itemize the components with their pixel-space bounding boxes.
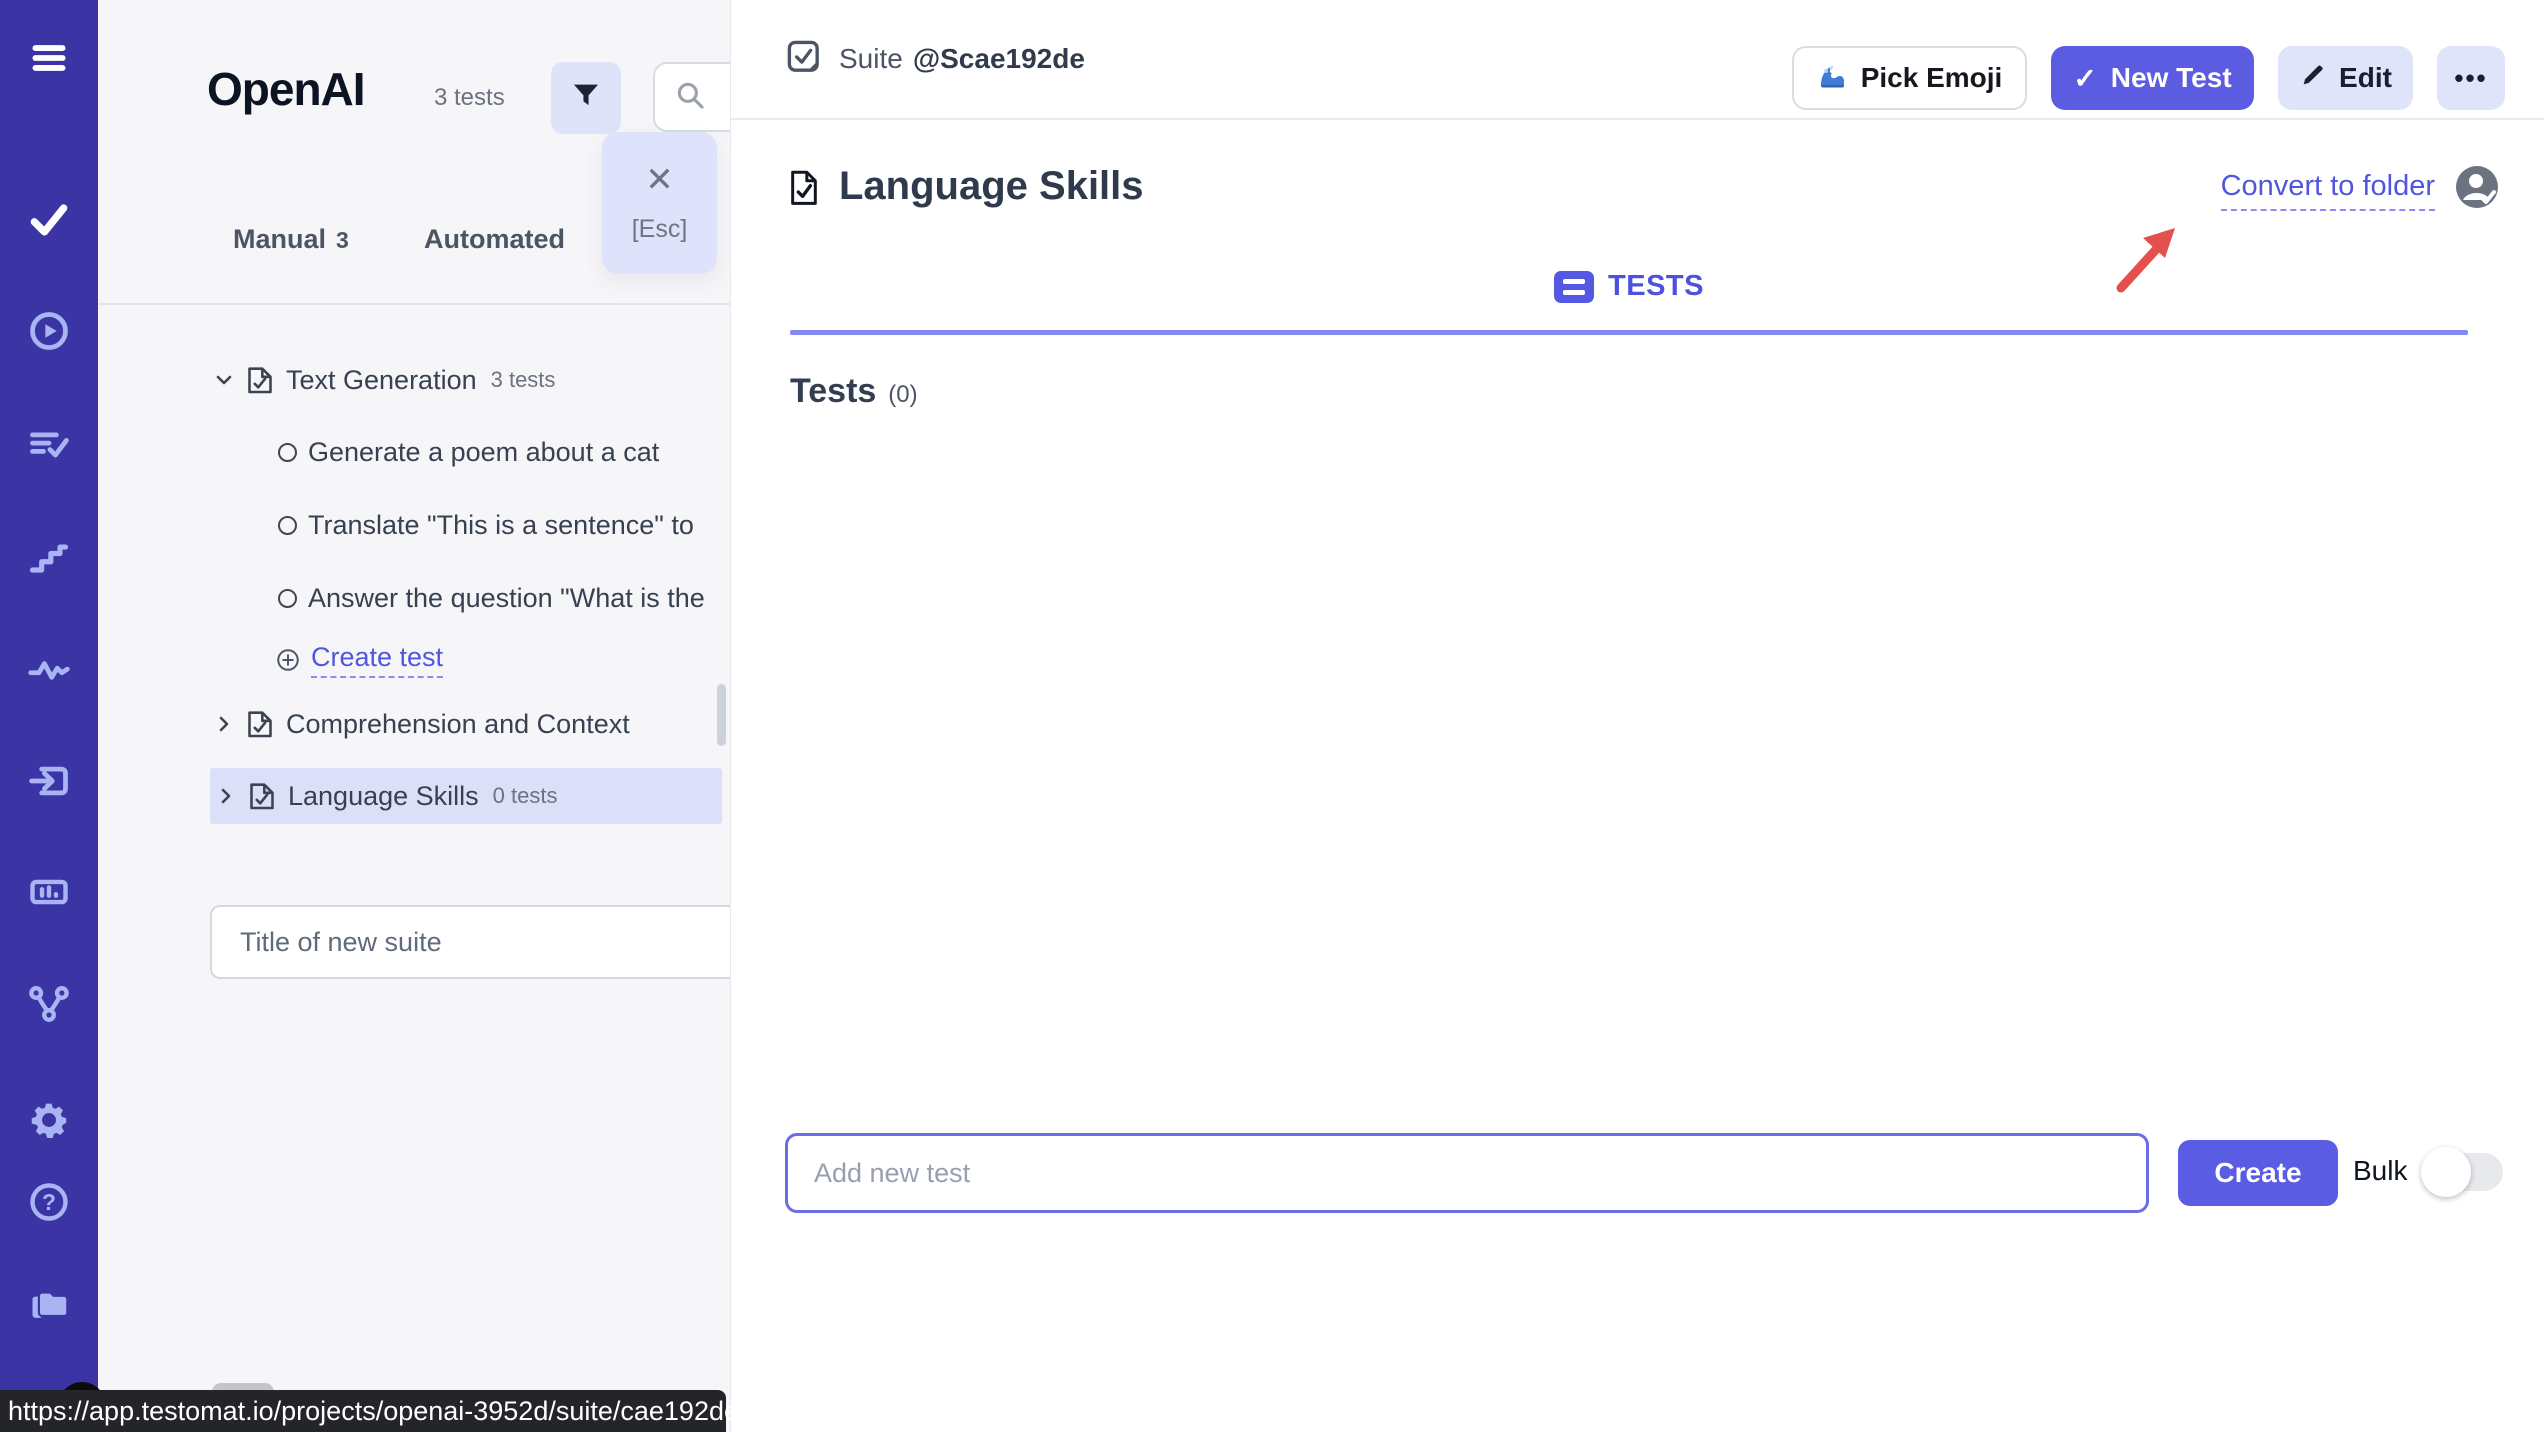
suite-row-language-skills-selected[interactable]: Language Skills 0 tests: [210, 768, 722, 824]
suite-row-text-generation[interactable]: Text Generation 3 tests: [98, 358, 555, 402]
tests-section-heading: Tests (0): [790, 372, 918, 411]
tab-manual-count: 3: [336, 227, 349, 253]
wave-emoji-icon: [1817, 59, 1849, 98]
suite-count: 3 tests: [491, 367, 556, 393]
project-title: OpenAI: [207, 62, 365, 116]
projects-folder-icon[interactable]: [27, 1283, 71, 1327]
suites-tree-panel: OpenAI 3 tests ✕ [Esc] Manual3 Automated: [98, 0, 731, 1432]
pulse-icon[interactable]: [27, 648, 71, 692]
suite-check-icon: [785, 38, 823, 81]
ellipsis-icon: •••: [2454, 63, 2487, 94]
edit-button[interactable]: Edit: [2278, 46, 2413, 110]
run-list-icon[interactable]: [27, 423, 71, 467]
runs-play-icon[interactable]: [27, 309, 71, 353]
tree-scrollbar-thumb[interactable]: [717, 684, 726, 746]
plus-circle-icon: [275, 647, 301, 673]
create-button[interactable]: Create: [2178, 1140, 2338, 1206]
svg-text:?: ?: [42, 1189, 56, 1215]
search-input[interactable]: [653, 62, 731, 132]
header-actions: Pick Emoji ✓ New Test Edit •••: [1792, 46, 2505, 110]
test-row[interactable]: Generate a poem about a cat: [98, 430, 659, 474]
pencil-icon: [2299, 61, 2327, 96]
help-icon[interactable]: ?: [27, 1180, 71, 1224]
suite-file-check-icon: [787, 168, 821, 212]
tab-manual[interactable]: Manual3: [233, 224, 349, 255]
suite-label: Text Generation: [286, 365, 477, 396]
chevron-right-icon[interactable]: [212, 712, 236, 736]
suite-title-row: Language Skills Convert to folder: [731, 150, 2544, 242]
filter-button[interactable]: [551, 62, 621, 134]
suite-file-icon: [246, 364, 274, 396]
test-label: Generate a poem about a cat: [308, 437, 659, 468]
suite-header-bar: Suite @Scae192de Pick Emoji ✓ New Test: [731, 0, 2544, 120]
import-icon[interactable]: [27, 759, 71, 803]
tabs-divider: [98, 303, 731, 305]
create-test-row[interactable]: Create test: [98, 638, 443, 682]
esc-hint: [Esc]: [632, 215, 688, 244]
tab-tests[interactable]: TESTS: [790, 270, 2468, 303]
gear-icon[interactable]: [27, 1098, 71, 1142]
test-row[interactable]: Answer the question "What is the: [98, 576, 705, 620]
tests-count: (0): [888, 381, 917, 409]
tests-check-icon[interactable]: [27, 198, 71, 242]
suite-tabbar: TESTS: [790, 270, 2468, 340]
suite-count: 0 tests: [493, 783, 558, 809]
filter-funnel-icon: [569, 79, 603, 118]
close-icon[interactable]: ✕: [645, 163, 674, 197]
hamburger-menu-icon[interactable]: [27, 36, 71, 80]
new-suite-title-input[interactable]: [210, 905, 731, 979]
status-url-tooltip: https://app.testomat.io/projects/openai-…: [0, 1390, 726, 1432]
test-status-circle-icon: [278, 589, 297, 608]
test-label: Answer the question "What is the: [308, 583, 705, 614]
create-test-link[interactable]: Create test: [311, 642, 443, 678]
active-tab-underline: [790, 330, 2468, 335]
pick-emoji-button[interactable]: Pick Emoji: [1792, 46, 2027, 110]
more-options-button[interactable]: •••: [2437, 46, 2505, 110]
suite-file-icon: [248, 780, 276, 812]
bulk-toggle-knob[interactable]: [2421, 1147, 2471, 1197]
new-test-button[interactable]: ✓ New Test: [2051, 46, 2254, 110]
tab-automated[interactable]: Automated: [424, 224, 565, 255]
suite-breadcrumb-label: Suite: [839, 43, 903, 75]
bulk-label: Bulk: [2353, 1155, 2407, 1187]
steps-icon[interactable]: [27, 537, 71, 581]
assignee-avatar-icon[interactable]: [2454, 164, 2500, 210]
add-test-input[interactable]: [785, 1133, 2149, 1213]
analytics-icon[interactable]: [27, 870, 71, 914]
test-label: Translate "This is a sentence" to: [308, 510, 694, 541]
convert-to-folder-link[interactable]: Convert to folder: [2221, 170, 2435, 211]
page-title: Language Skills: [839, 164, 1144, 209]
check-icon: ✓: [2073, 62, 2096, 95]
bulk-toggle[interactable]: [2425, 1153, 2503, 1191]
test-row[interactable]: Translate "This is a sentence" to: [98, 503, 694, 547]
chevron-down-icon[interactable]: [212, 368, 236, 392]
tests-card-icon: [1554, 271, 1594, 303]
test-status-circle-icon: [278, 516, 297, 535]
suite-id: @Scae192de: [913, 43, 1085, 75]
status-url: https://app.testomat.io/projects/openai-…: [8, 1396, 739, 1427]
suite-row-comprehension[interactable]: Comprehension and Context: [98, 702, 630, 746]
close-filter-popup[interactable]: ✕ [Esc]: [602, 132, 717, 274]
suite-file-icon: [246, 708, 274, 740]
search-icon: [673, 78, 707, 117]
suite-label: Language Skills: [288, 781, 479, 812]
test-status-circle-icon: [278, 443, 297, 462]
suite-main-area: Suite @Scae192de Pick Emoji ✓ New Test: [731, 0, 2544, 1432]
add-test-composer: Create Bulk: [731, 1133, 2544, 1215]
app-root: ? OpenAI 3 tests ✕ [Esc] Manual3 Automat…: [0, 0, 2544, 1432]
branches-icon[interactable]: [27, 982, 71, 1026]
icon-rail: ?: [0, 0, 98, 1432]
breadcrumb: Suite @Scae192de: [785, 38, 1085, 81]
project-test-count: 3 tests: [434, 84, 505, 112]
suite-label: Comprehension and Context: [286, 709, 630, 740]
chevron-right-icon[interactable]: [214, 784, 238, 808]
